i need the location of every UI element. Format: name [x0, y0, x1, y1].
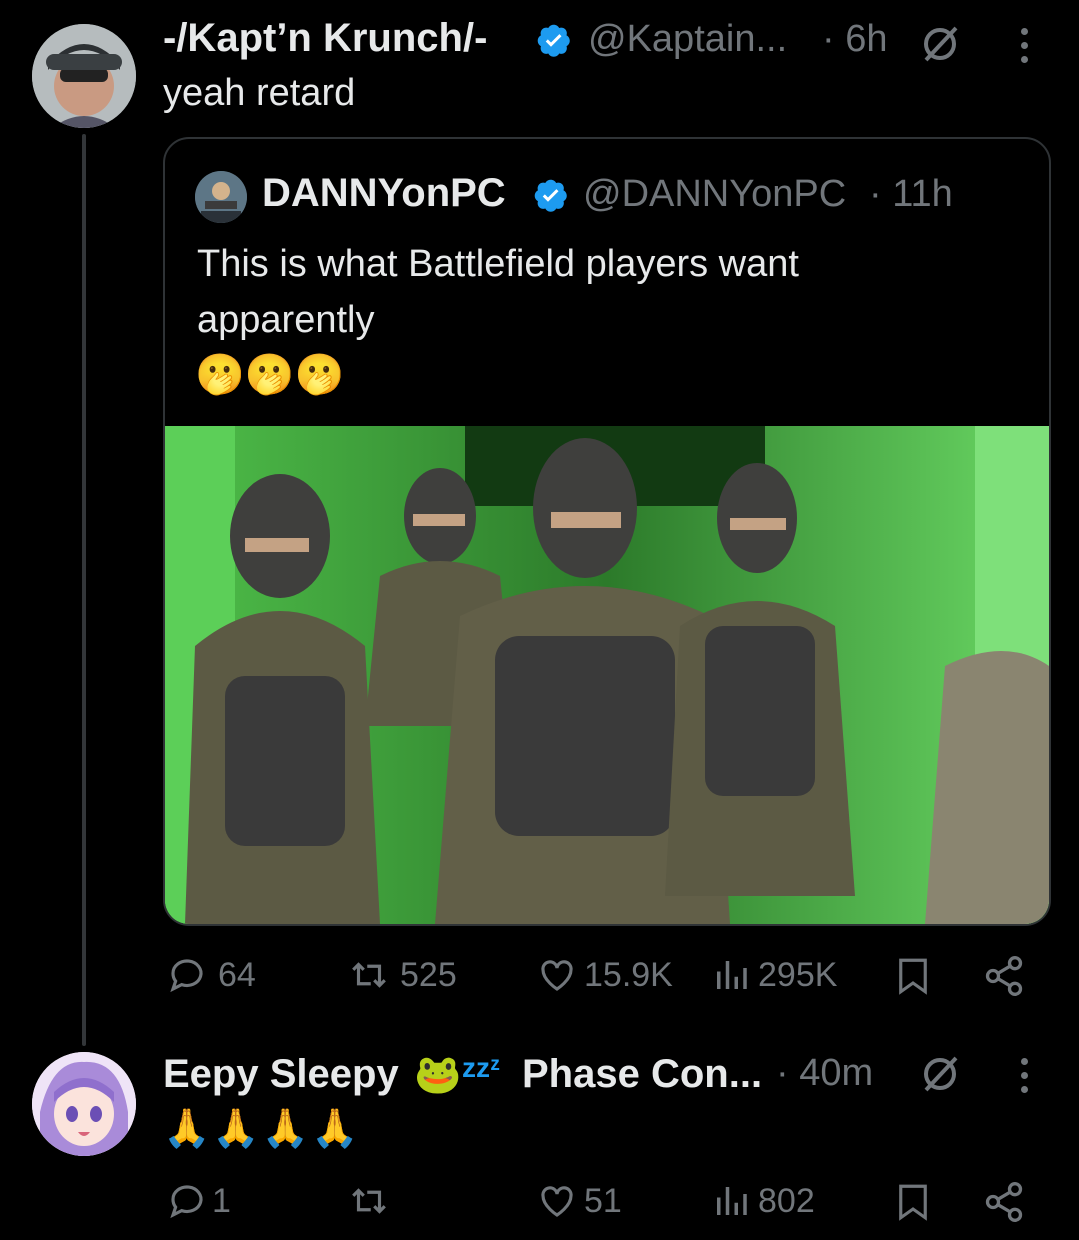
frog-emoji: 🐸	[414, 1052, 462, 1096]
repost-button[interactable]	[348, 1180, 390, 1222]
quoted-author-handle[interactable]: @DANNYonPC	[583, 173, 846, 216]
author-handle[interactable]: @Kaptain...	[588, 18, 787, 61]
bookmark-icon[interactable]	[892, 954, 934, 998]
repost-icon	[352, 962, 386, 988]
share-icon[interactable]	[982, 1180, 1026, 1224]
verified-badge-icon	[537, 24, 570, 57]
tweet-time[interactable]: · 40m	[776, 1052, 873, 1095]
tweet-text: yeah retard	[163, 72, 356, 114]
reply-button[interactable]: 64	[166, 954, 256, 996]
reply-count: 64	[218, 955, 256, 994]
quoted-tweet-card[interactable]: DANNYonPC @DANNYonPC · 11h This is what …	[163, 137, 1051, 926]
avatar-eepy-sleepy[interactable]	[32, 1052, 136, 1156]
quoted-text-line1: This is what Battlefield players want	[197, 243, 799, 285]
views-icon	[717, 1187, 747, 1215]
reply-button[interactable]: 1	[166, 1180, 231, 1222]
repost-button[interactable]: 525	[348, 954, 457, 996]
reply-icon	[170, 959, 203, 993]
thread-connector-line	[82, 134, 86, 1046]
author-name[interactable]: -/Kapt’n Krunch/-	[163, 16, 487, 61]
zzz-emoji: zzᶻ	[462, 1052, 501, 1083]
like-count: 15.9K	[584, 955, 673, 994]
avatar-dannyonpc[interactable]	[195, 171, 247, 223]
share-icon[interactable]	[982, 954, 1026, 998]
heart-icon	[541, 1186, 573, 1217]
tweet-time[interactable]: · 6h	[822, 18, 887, 61]
more-options-icon[interactable]	[1021, 1058, 1033, 1100]
avatar-kaptn-krunch[interactable]	[32, 24, 136, 128]
heart-icon	[541, 960, 573, 991]
views-count: 802	[758, 1181, 815, 1220]
like-button[interactable]: 15.9K	[536, 954, 673, 996]
more-options-icon[interactable]	[1021, 28, 1033, 70]
views-icon	[717, 961, 747, 989]
author-name-part2[interactable]: Phase Con...	[522, 1052, 762, 1097]
quoted-emojis: 🫢🫢🫢	[195, 352, 345, 398]
quoted-author-name[interactable]: DANNYonPC	[262, 171, 506, 216]
quoted-text-line2: apparently	[197, 299, 375, 341]
author-name-part1[interactable]: Eepy Sleepy	[163, 1052, 399, 1097]
views-button[interactable]: 802	[710, 1180, 815, 1222]
grok-slash-icon[interactable]	[918, 1052, 962, 1096]
views-button[interactable]: 295K	[710, 954, 837, 996]
views-count: 295K	[758, 955, 838, 994]
verified-badge-icon	[534, 179, 567, 212]
quoted-tweet-time[interactable]: · 11h	[869, 173, 953, 216]
like-button[interactable]: 51	[536, 1180, 622, 1222]
quoted-media-image[interactable]	[165, 426, 1049, 924]
reply-icon	[170, 1185, 203, 1219]
grok-slash-icon[interactable]	[918, 22, 962, 66]
tweet-text: 🙏🙏🙏🙏	[163, 1106, 361, 1150]
like-count: 51	[584, 1181, 622, 1220]
bookmark-icon[interactable]	[892, 1180, 934, 1224]
reply-count: 1	[212, 1181, 231, 1220]
repost-icon	[352, 1188, 386, 1214]
repost-count: 525	[400, 955, 457, 994]
